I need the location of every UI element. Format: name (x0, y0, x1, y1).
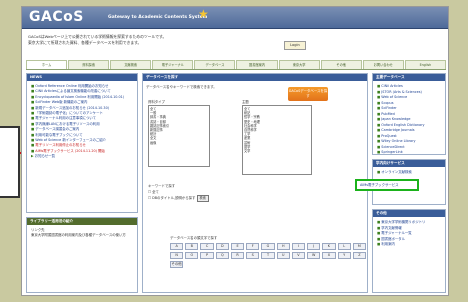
nav-tab[interactable]: 資料探索 (68, 60, 110, 69)
type-select[interactable]: 全て 一般 辞書・事典 書誌・目録 雑誌記事索引 新聞記事 統計 全文 画像 (148, 105, 210, 167)
main-databases-box: 主要データベース ■ CiNii Articles ■ JSTOR (Arts … (372, 73, 446, 155)
letter-button[interactable]: I (291, 243, 306, 250)
nav-tab[interactable]: English (404, 60, 446, 69)
letter-button[interactable]: S (246, 252, 260, 259)
letter-button[interactable]: C (200, 243, 214, 250)
nav-tab[interactable]: お問い合わせ (362, 60, 404, 69)
subject-select[interactable]: 全て 総記 哲学・宗教 歴史・地理 社会科学 自然科学 工学 産業 芸術 語学 … (242, 105, 312, 175)
letter-button[interactable]: D (215, 243, 229, 250)
letter-button[interactable]: W (307, 252, 321, 259)
letter-button[interactable]: その他 (170, 261, 184, 268)
letter-button[interactable]: R (230, 252, 245, 259)
guide-description: 東京大学附属図書館の利用案内及び各種データベースの使い方 (31, 233, 126, 238)
search-heading: データベースを探す (143, 74, 367, 81)
alpha-search-label: データベース名の頭文字で探す (170, 236, 218, 240)
nav-tab[interactable]: ホーム (26, 60, 68, 69)
nav-tab[interactable]: データベース (194, 60, 236, 69)
nav-tab[interactable]: 図書館案内 (236, 60, 278, 69)
nav-tab[interactable]: その他 (320, 60, 362, 69)
alphabet-grid: A B C D E F G H I J K L M N O P Q R S T … (170, 243, 366, 268)
search-description: データベース名やキーワードで検索できます。 (146, 85, 217, 89)
nav-bar: ホーム 資料探索 文献検索 電子ジャーナル データベース 図書館案内 東京大学 … (26, 60, 446, 70)
nav-tab[interactable]: 東京大学 (278, 60, 320, 69)
subject-label: 主題 (242, 100, 249, 104)
letter-button[interactable]: N (170, 252, 184, 259)
letter-button[interactable]: A (170, 243, 184, 250)
news-more-link[interactable]: ▶ お知らせ一覧 (31, 154, 133, 159)
callout-box (0, 126, 20, 198)
main-databases-heading: 主要データベース (373, 74, 445, 81)
letter-button[interactable]: J (307, 243, 321, 250)
letter-button[interactable]: K (322, 243, 336, 250)
letter-button[interactable]: M (352, 243, 366, 250)
news-heading: NEWS (27, 74, 137, 81)
database-link[interactable]: ■ SpringerLink (377, 150, 441, 156)
letter-button[interactable]: E (230, 243, 245, 250)
service-heading: 学内向けサービス (373, 160, 445, 167)
letter-button[interactable]: V (291, 252, 306, 259)
tagline: Gateway to Academic Contents System (108, 15, 208, 20)
letter-button[interactable]: P (200, 252, 214, 259)
letter-button[interactable]: X (322, 252, 336, 259)
other-heading: その他 (373, 210, 445, 217)
other-link[interactable]: ■ 利用案内 (377, 242, 441, 248)
service-link[interactable]: ■ オンライン文献検索 (377, 170, 441, 176)
library-guide-heading: ライブラリー活用法の紹介 (27, 218, 137, 225)
letter-button[interactable]: O (185, 252, 199, 259)
letter-button[interactable]: U (276, 252, 290, 259)
type-label: 資料タイプ (148, 100, 165, 104)
nav-tab[interactable]: 電子ジャーナル (152, 60, 194, 69)
nav-tab[interactable]: 文献検索 (110, 60, 152, 69)
letter-button[interactable]: G (261, 243, 275, 250)
library-guide-box: ライブラリー活用法の紹介 リンク先 東京大学附属図書館の利用案内及び各種データベ… (26, 217, 138, 293)
letter-button[interactable]: H (276, 243, 290, 250)
letter-button[interactable]: F (246, 243, 260, 250)
letter-button[interactable]: B (185, 243, 199, 250)
intro-text: GACoSはWebページ上で公開されている学術情報を探索するためのツールです。 … (28, 34, 248, 45)
news-box: NEWS ■ Oxford Reference Online 利用開始のお知らせ… (26, 73, 138, 213)
header-banner: GACoS Gateway to Academic Contents Syste… (22, 7, 448, 29)
letter-button[interactable]: Z (352, 252, 366, 259)
letter-button[interactable]: T (261, 252, 275, 259)
gacos-page: GACoS Gateway to Academic Contents Syste… (21, 6, 449, 296)
letter-button[interactable]: Y (337, 252, 351, 259)
letter-button[interactable]: Q (215, 252, 229, 259)
star-icon: ★ (198, 7, 209, 21)
other-links-box: その他 ■ 東京大学学術機関リポジトリ ■ 学内文献情報 ■ 電子ジャーナル一覧… (372, 209, 446, 293)
intro-line-2: 東京大学にて所蔵された資料、各種データベースを利用できます。 (28, 39, 142, 45)
gacos-logo[interactable]: GACoS (29, 9, 84, 25)
gacos-database-badge[interactable]: GACoSデータベースを探す (288, 87, 328, 101)
search-button[interactable]: 検索 (196, 195, 209, 202)
aims-ebook-service-link[interactable]: AIMs電子ブックサービス (355, 179, 419, 191)
login-button[interactable]: Login (284, 41, 306, 50)
news-list: ■ Oxford Reference Online 利用開始のお知らせ ■ Ci… (27, 81, 137, 163)
letter-button[interactable]: L (337, 243, 351, 250)
